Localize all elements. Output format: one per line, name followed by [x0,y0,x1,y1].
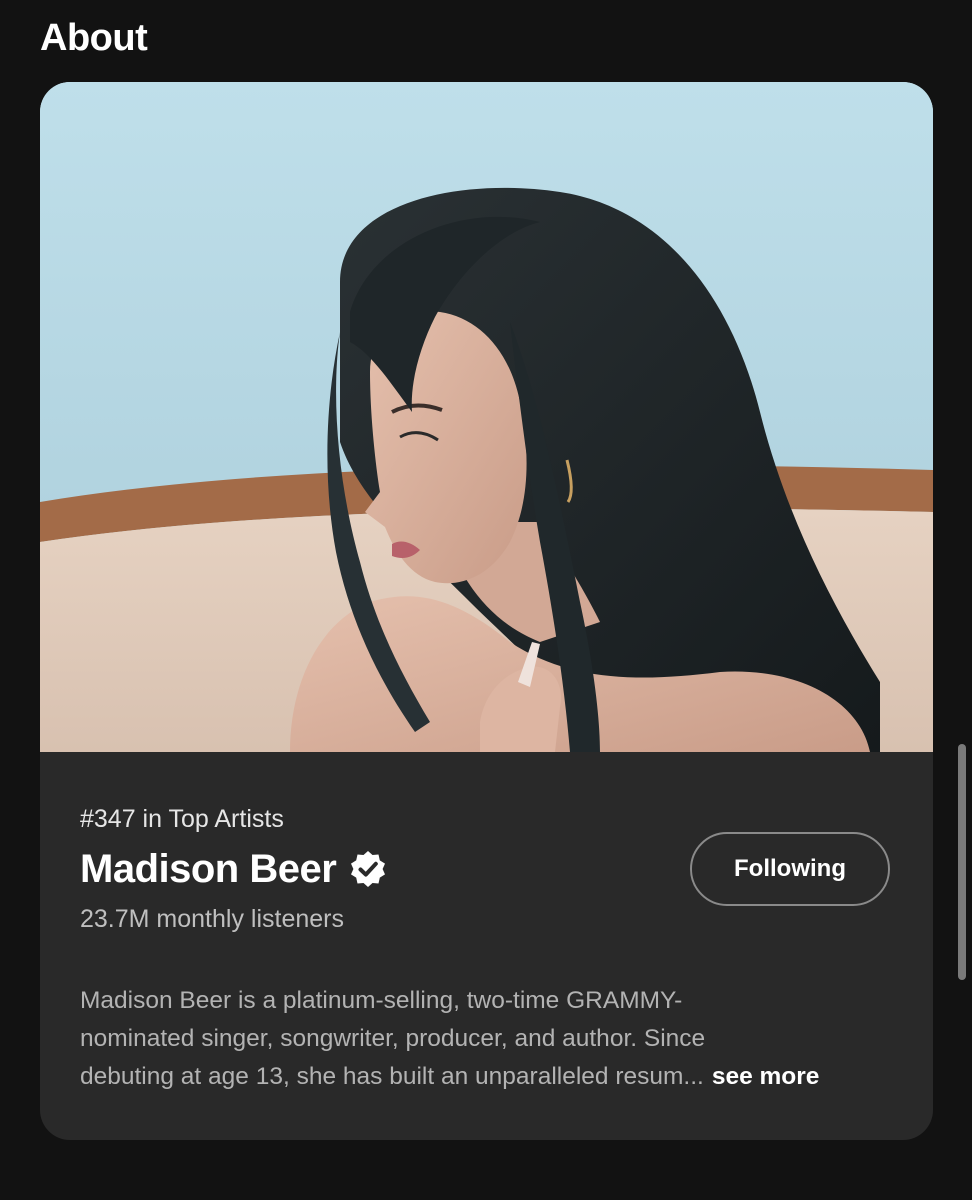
artist-photo [40,82,933,752]
bio-line: nominated singer, songwriter, producer, … [80,1025,706,1052]
artist-about-page: About #347 in Top Artists Madison Beer 2… [0,0,972,1200]
artist-rank[interactable]: #347 in Top Artists [80,804,284,834]
following-button[interactable]: Following [690,832,890,906]
monthly-listeners: 23.7M monthly listeners [80,905,345,933]
artist-name[interactable]: Madison Beer [80,844,337,894]
bio-line-text: debuting at age 13, she has built an unp… [80,1063,704,1090]
verified-badge-icon [348,849,388,889]
artist-name-row: Madison Beer [80,844,388,894]
scrollbar-thumb[interactable] [958,744,966,980]
see-more-link[interactable]: see more [712,1063,820,1090]
about-card[interactable]: #347 in Top Artists Madison Beer 23.7M m… [40,82,933,1140]
artist-bio: Madison Beer is a platinum-selling, two-… [80,982,900,1096]
bio-line-last: debuting at age 13, she has built an unp… [80,1058,900,1096]
bio-line: Madison Beer is a platinum-selling, two-… [80,987,683,1014]
section-title: About [40,17,148,59]
artist-info: #347 in Top Artists Madison Beer 23.7M m… [40,752,933,1140]
artist-photo-illustration [40,82,933,752]
